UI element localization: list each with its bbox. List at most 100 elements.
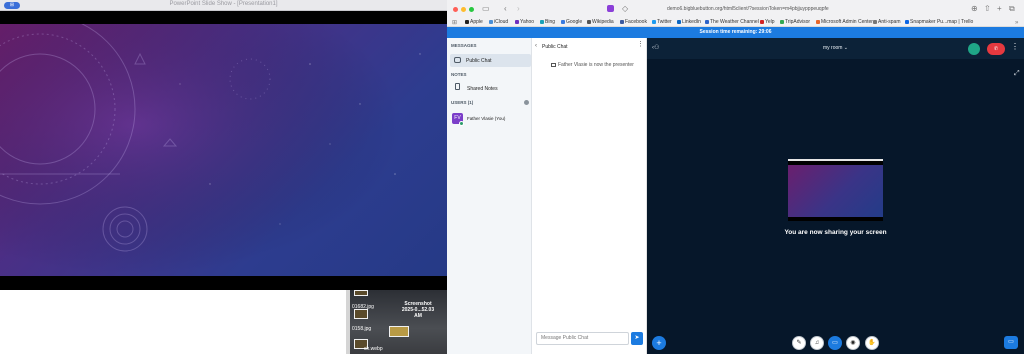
bookmark-label: Yelp bbox=[765, 19, 775, 25]
more-bookmarks-icon[interactable]: » bbox=[1015, 19, 1018, 27]
bookmark-label: Snapmaker Pu...map | Trello bbox=[910, 19, 974, 25]
bookmark-label: Yahoo bbox=[520, 19, 535, 25]
presentation-header: ‹⚇ my room ⌄ ✆ ⋮ bbox=[647, 38, 1024, 59]
tab-overview-icon[interactable]: ⧉ bbox=[1009, 5, 1015, 13]
address-bar[interactable]: demo6.bigbluebutton.org/html5client/?ses… bbox=[667, 6, 829, 12]
zoom-window-icon[interactable] bbox=[469, 7, 474, 12]
bookmark[interactable]: TripAdvisor bbox=[780, 19, 810, 25]
presenter-badge-icon bbox=[459, 121, 464, 126]
chat-bubble-icon bbox=[454, 57, 461, 63]
messages-section-label: MESSAGES bbox=[451, 43, 477, 48]
google-icon bbox=[561, 20, 565, 24]
forward-icon[interactable]: › bbox=[517, 5, 520, 13]
bookmark[interactable]: Apple bbox=[465, 19, 483, 25]
user-list-item[interactable]: Father Vlasie (You) bbox=[467, 116, 505, 121]
bookmarks-bar: ⊞ Apple iCloud Yahoo Bing Google Wikiped… bbox=[447, 18, 1024, 27]
bookmark-label: Facebook bbox=[625, 19, 647, 25]
bookmark-label: Twitter bbox=[657, 19, 672, 25]
chat-message-text: Father Vlasie is now the presenter bbox=[558, 62, 634, 68]
presentation-toggle-button[interactable]: ▭ bbox=[1004, 336, 1018, 349]
chat-message-input[interactable]: Message Public Chat bbox=[536, 332, 629, 345]
desktop-window-area bbox=[0, 290, 348, 354]
chevron-left-icon[interactable]: ‹ bbox=[535, 43, 537, 49]
bookmark[interactable]: LinkedIn bbox=[677, 19, 701, 25]
chevron-down-icon: ⌄ bbox=[842, 45, 849, 51]
bookmark-label: The Weather Channel bbox=[710, 19, 759, 25]
more-options-icon[interactable]: ⋮ bbox=[1011, 43, 1019, 51]
sidebar-toggle-icon[interactable]: ▭ bbox=[482, 5, 490, 13]
linkedin-icon bbox=[677, 20, 681, 24]
bookmark[interactable]: Twitter bbox=[652, 19, 672, 25]
apple-icon bbox=[465, 20, 469, 24]
actions-plus-button[interactable]: + bbox=[652, 336, 666, 350]
raise-hand-button[interactable]: ✋ bbox=[865, 336, 879, 350]
screenshot-label[interactable]: Screenshot 2025-0...52.03 AM bbox=[398, 301, 438, 319]
bookmark[interactable]: Google bbox=[561, 19, 582, 25]
safari-toolbar: ▭ ‹ › ◇ demo6.bigbluebutton.org/html5cli… bbox=[447, 0, 1024, 18]
share-icon[interactable]: ⇧ bbox=[984, 5, 991, 13]
audio-button[interactable]: ♫ bbox=[810, 336, 824, 350]
screenshot-date: 2025-0...52.03 AM bbox=[401, 307, 435, 319]
bookmark[interactable]: Facebook bbox=[620, 19, 647, 25]
bookmark[interactable]: Yahoo bbox=[515, 19, 534, 25]
file-thumbnail[interactable] bbox=[354, 309, 368, 319]
chat-panel: ‹ Public Chat ⋮ Father Vlasie is now the… bbox=[532, 38, 647, 354]
bookmark[interactable]: Yelp bbox=[760, 19, 775, 25]
weather-icon bbox=[705, 20, 709, 24]
bookmark[interactable]: Microsoft Admin Center bbox=[816, 19, 873, 25]
bookmark[interactable]: Anti-spam bbox=[873, 19, 901, 25]
notes-section-label: NOTES bbox=[451, 72, 467, 77]
screenshot-thumbnail[interactable] bbox=[389, 326, 409, 337]
notes-icon bbox=[455, 83, 460, 90]
sidebar-item-public-chat[interactable]: Public Chat bbox=[450, 54, 531, 67]
close-window-icon[interactable] bbox=[453, 7, 458, 12]
presentation-area: ‹⚇ my room ⌄ ✆ ⋮ ⤢ You are now sharing y… bbox=[647, 38, 1024, 354]
bookmark-label: TripAdvisor bbox=[785, 19, 811, 25]
minimize-window-icon[interactable] bbox=[461, 7, 466, 12]
file-thumbnail[interactable] bbox=[354, 290, 368, 296]
extension-icon[interactable] bbox=[607, 5, 614, 12]
slide-decoration bbox=[0, 24, 447, 276]
sidebar-item-label: Public Chat bbox=[466, 58, 492, 64]
bookmark-label: Wikipedia bbox=[592, 19, 614, 25]
safari-window: ▭ ‹ › ◇ demo6.bigbluebutton.org/html5cli… bbox=[447, 0, 1024, 354]
camera-button[interactable]: ◉ bbox=[846, 336, 860, 350]
back-icon[interactable]: ‹ bbox=[504, 5, 507, 13]
screenshare-button[interactable]: ▭ bbox=[828, 336, 842, 350]
leave-meeting-button[interactable]: ✆ bbox=[987, 43, 1005, 55]
microphone-button[interactable]: ✎ bbox=[792, 336, 806, 350]
chat-title[interactable]: Public Chat bbox=[542, 44, 568, 50]
bookmark-label: Microsoft Admin Center bbox=[821, 19, 873, 25]
file-name[interactable]: ch.webp bbox=[364, 346, 383, 352]
bing-icon bbox=[540, 20, 544, 24]
bookmark-label: Anti-spam bbox=[878, 19, 901, 25]
new-tab-icon[interactable]: + bbox=[997, 5, 1002, 13]
bookmark[interactable]: Wikipedia bbox=[587, 19, 614, 25]
screenshare-preview bbox=[788, 159, 883, 221]
download-icon[interactable]: ⊕ bbox=[971, 5, 978, 13]
sidebar-item-shared-notes[interactable]: Shared Notes bbox=[467, 86, 498, 92]
bookmark[interactable]: The Weather Channel bbox=[705, 19, 759, 25]
file-name[interactable]: 0158.jpg bbox=[352, 326, 371, 332]
monitor-icon bbox=[551, 63, 556, 67]
send-button[interactable]: ➤ bbox=[631, 332, 643, 345]
bookmark-label: Apple bbox=[470, 19, 483, 25]
wikipedia-icon bbox=[587, 20, 591, 24]
shield-icon[interactable]: ◇ bbox=[622, 5, 628, 13]
bookmark[interactable]: iCloud bbox=[489, 19, 508, 25]
bookmark[interactable]: Bing bbox=[540, 19, 555, 25]
more-options-icon[interactable]: ⋮ bbox=[637, 41, 644, 48]
microsoft-icon bbox=[816, 20, 820, 24]
letterbox-top bbox=[0, 11, 447, 24]
room-title-text: my room bbox=[822, 45, 843, 51]
gear-icon[interactable] bbox=[524, 100, 529, 105]
slide-canvas bbox=[0, 24, 447, 276]
fullscreen-icon[interactable]: ⤢ bbox=[1014, 70, 1020, 78]
bookmarks-grid-icon[interactable]: ⊞ bbox=[452, 19, 457, 27]
powerpoint-titlebar: ⊞ PowerPoint Slide Show - [Presentation1… bbox=[0, 0, 447, 11]
connection-status-icon[interactable] bbox=[968, 43, 980, 55]
bookmark-label: Bing bbox=[545, 19, 556, 25]
bookmark-label: LinkedIn bbox=[682, 19, 701, 25]
bookmark[interactable]: Snapmaker Pu...map | Trello bbox=[905, 19, 973, 25]
bookmark-label: iCloud bbox=[494, 19, 509, 25]
